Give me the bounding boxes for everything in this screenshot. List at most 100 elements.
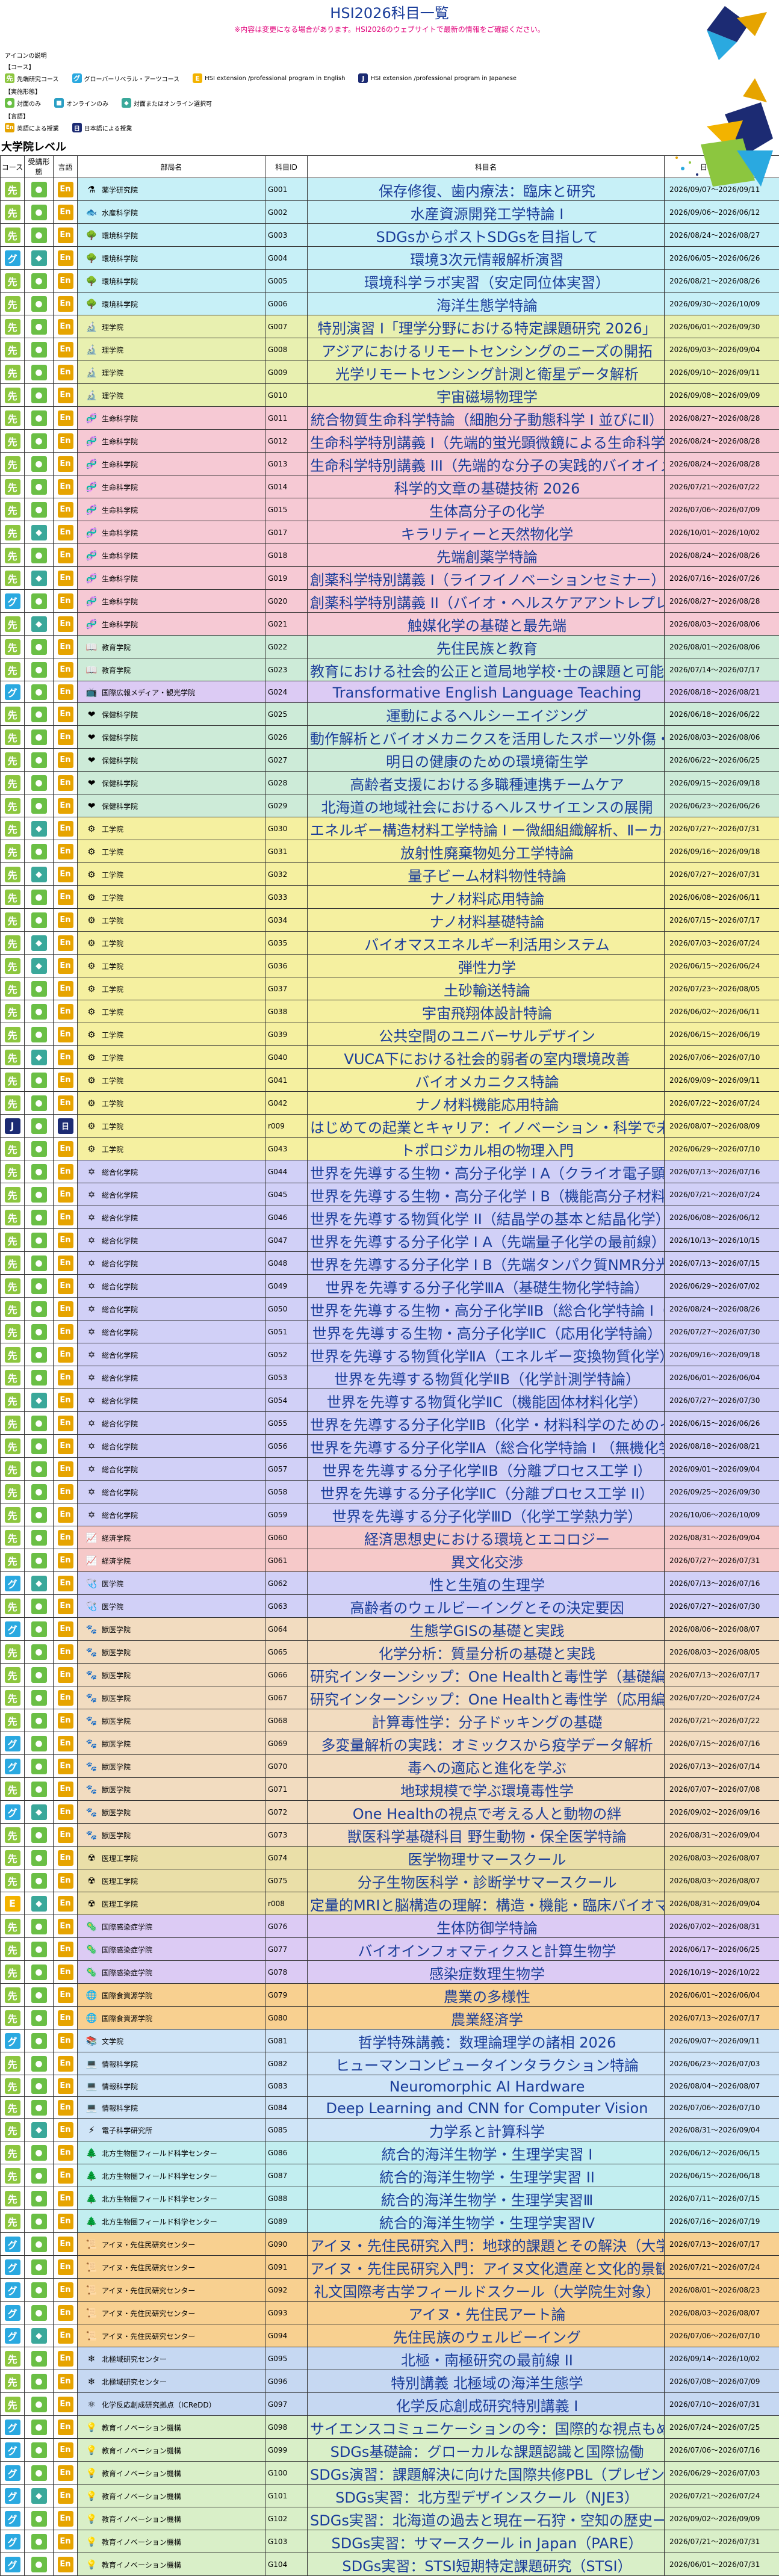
course-id-cell: G046: [265, 1206, 308, 1229]
course-id-cell: G029: [265, 794, 308, 817]
course-name: 土砂輸送特論: [444, 982, 530, 999]
department-cell: ⚙工学院: [78, 1000, 265, 1023]
department-icon: 🐾: [85, 1807, 98, 1818]
course-badge: 先: [5, 1164, 20, 1180]
in-person-icon: ●: [31, 593, 47, 609]
mode-cell: ●: [25, 1000, 54, 1023]
department-cell: 💡教育イノベーション機構: [78, 2416, 265, 2439]
lang-cell: En: [54, 475, 78, 498]
lang-cell: En: [54, 544, 78, 567]
department-icon: ⚡: [85, 2125, 98, 2135]
language-badge: En: [58, 1073, 73, 1088]
lang-cell: En: [54, 1389, 78, 1412]
course-dates: 2026/06/02〜2026/06/11: [669, 1008, 760, 1016]
course-cell: 先: [1, 863, 25, 886]
in-person-icon: ●: [31, 662, 47, 678]
date-cell: 2026/08/24〜2026/08/27: [665, 224, 779, 247]
date-cell: 2026/09/02〜2026/09/16: [665, 1801, 779, 1824]
course-dates: 2026/07/13〜2026/07/17: [669, 2014, 760, 2022]
date-cell: 2026/07/21〜2026/07/24: [665, 2485, 779, 2507]
department-icon: ⚙: [85, 1029, 98, 1040]
table-row: グ●En📜アイヌ・先住民研究センターG092礼文国際考古学フィールドスクール（大…: [1, 2279, 779, 2302]
course-badge: 先: [5, 707, 20, 722]
in-person-icon: ●: [31, 2056, 47, 2072]
department-icon: ❤: [85, 755, 98, 766]
department-icon: ☢: [85, 1898, 98, 1909]
course-badge: グ: [5, 2259, 20, 2275]
course-id-cell: G015: [265, 498, 308, 521]
course-dates: 2026/07/21〜2026/07/22: [669, 1717, 760, 1725]
department-cell: 🐾獣医学院: [78, 1641, 265, 1664]
table-row: グ●En💡教育イノベーション機構G104SDGs実習：STSI短期特定課題研究（…: [1, 2553, 779, 2576]
language-badge: En: [58, 1141, 73, 1157]
language-badge: En: [58, 1370, 73, 1386]
course-dates: 2026/06/01〜2026/09/30: [669, 323, 760, 331]
department-name: 総合化学院: [102, 1420, 138, 1428]
course-cell: グ: [1, 2530, 25, 2553]
course-badge: 先: [5, 1782, 20, 1797]
course-badge: 先: [5, 1667, 20, 1683]
course-id-cell: G087: [265, 2164, 308, 2187]
in-person-icon: ●: [31, 2534, 47, 2550]
department-icon: 💡: [85, 2536, 98, 2547]
course-name-cell: VUCA下における社会的弱者の室内環境改善: [308, 1046, 665, 1069]
course-cell: 先: [1, 1229, 25, 1252]
course-name-cell: 先住民族のウェルビーイング: [308, 2324, 665, 2347]
date-cell: 2026/06/05〜2026/06/26: [665, 247, 779, 270]
course-name: 弾性力学: [458, 959, 516, 976]
department-cell: ✡総合化学院: [78, 1183, 265, 1206]
course-name-cell: 生命科学特別講義 III（先端的な分子の実践的バイオイメージングワークショップ）: [308, 453, 665, 475]
course-cell: グ: [1, 2279, 25, 2302]
department-cell: ⚙工学院: [78, 977, 265, 1000]
course-id-cell: G004: [265, 247, 308, 270]
department-name: 化学反応創成研究拠点（ICReDD）: [102, 2401, 216, 2409]
hybrid-icon: ◆: [31, 2122, 47, 2138]
course-id-cell: G101: [265, 2485, 308, 2507]
table-row: 先●En✡総合化学院G052世界を先導する物質化学ⅡA（エネルギー変換物質化学）…: [1, 1343, 779, 1366]
language-badge: En: [58, 2328, 73, 2344]
department-name: アイヌ・先住民研究センター: [102, 2241, 195, 2249]
department-icon: 🌳: [85, 299, 98, 309]
course-cell: 先: [1, 1138, 25, 1160]
course-id-cell: G028: [265, 772, 308, 794]
table-row: 先●En🌳環境科学院G003SDGsからポストSDGsを目指して2026/08/…: [1, 224, 779, 247]
department-icon: 🐾: [85, 1738, 98, 1749]
mode-cell: ●: [25, 2187, 54, 2210]
course-name-cell: 創薬科学特別講義 I（ライフイノベーションセミナー）: [308, 567, 665, 590]
department-icon: 🐾: [85, 1784, 98, 1795]
legend-label: グローバーリベラル・アーツコース: [84, 74, 180, 83]
department-icon: 💡: [85, 2468, 98, 2478]
course-name-cell: 医学物理サマースクール: [308, 1847, 665, 1869]
course-id-cell: G095: [265, 2347, 308, 2370]
table-row: 先◆En⚙工学院G040VUCA下における社会的弱者の室内環境改善2026/07…: [1, 1046, 779, 1069]
course-id: G097: [268, 2400, 287, 2409]
course-name-cell: 世界を先導する分子化学ⅡA（総合化学特論 I （無機化学・物理化学））: [308, 1435, 665, 1458]
course-name-cell: バイオメカニクス特論: [308, 1069, 665, 1092]
course-badge: 先: [5, 1187, 20, 1203]
date-cell: 2026/06/08〜2026/06/12: [665, 1206, 779, 1229]
date-cell: 2026/07/27〜2026/07/31: [665, 863, 779, 886]
date-cell: 2026/07/27〜2026/07/31: [665, 1549, 779, 1572]
course-id-cell: G026: [265, 726, 308, 749]
course-id-cell: G104: [265, 2553, 308, 2576]
course-name: アイヌ・先住民アート論: [408, 2306, 565, 2323]
course-badge: 先: [5, 639, 20, 655]
department-name: 工学院: [102, 825, 123, 834]
in-person-icon: ●: [31, 2259, 47, 2275]
mode-cell: ●: [25, 1092, 54, 1115]
course-id: G046: [268, 1213, 287, 1222]
course-id-cell: G002: [265, 201, 308, 224]
department-name: 国際広報メディア・観光学院: [102, 689, 195, 697]
course-name-cell: 地球規模で学ぶ環境毒性学: [308, 1778, 665, 1801]
course-badge: 先: [5, 2145, 20, 2161]
course-badge: グ: [5, 1576, 20, 1591]
course-name: 農業経済学: [451, 2011, 523, 2028]
course-id: G042: [268, 1099, 287, 1107]
course-badge: 先: [5, 1987, 20, 2003]
course-cell: 先: [1, 613, 25, 636]
mode-cell: ●: [25, 726, 54, 749]
course-name: 感染症数理生物学: [429, 1966, 545, 1983]
in-person-icon: ●: [31, 1118, 47, 1134]
table-row: 先●En🌳環境科学院G006海洋生態学特論2026/09/30〜2026/10/…: [1, 293, 779, 315]
course-badge: 先: [5, 1827, 20, 1843]
